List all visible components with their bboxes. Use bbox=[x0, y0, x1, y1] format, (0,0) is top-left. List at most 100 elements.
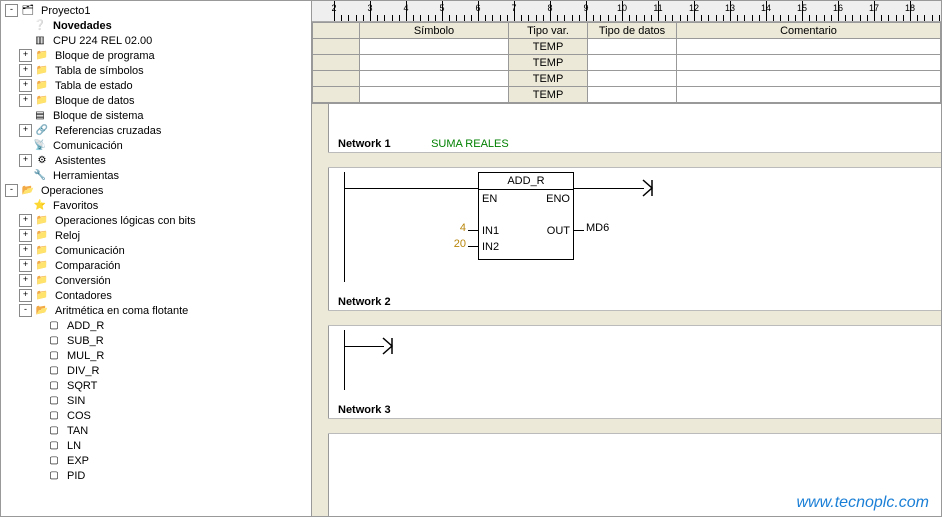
col-tipo-var[interactable]: Tipo var. bbox=[509, 23, 588, 39]
tree-novedades[interactable]: ❔Novedades bbox=[5, 18, 311, 33]
fblock-title: ADD_R bbox=[479, 173, 573, 190]
function-block-add-r[interactable]: ADD_R EN ENO IN1 OUT IN2 bbox=[478, 172, 574, 260]
block-icon: ▢ bbox=[46, 469, 62, 483]
network-2-header[interactable]: Network 2 bbox=[328, 292, 941, 310]
wire bbox=[468, 230, 478, 231]
expand-icon[interactable]: + bbox=[19, 154, 32, 167]
tree-label: Bloque de sistema bbox=[51, 110, 146, 122]
col-simbolo[interactable]: Símbolo bbox=[360, 23, 509, 39]
tree-bloque-datos[interactable]: +📁Bloque de datos bbox=[5, 93, 311, 108]
table-row[interactable]: TEMP bbox=[313, 71, 941, 87]
tree-conversion[interactable]: +📁Conversión bbox=[5, 273, 311, 288]
folder-icon: 📁 bbox=[34, 259, 50, 273]
tree-exp[interactable]: ▢EXP bbox=[5, 453, 311, 468]
tree-comparacion[interactable]: +📁Comparación bbox=[5, 258, 311, 273]
table-row[interactable]: TEMP bbox=[313, 87, 941, 103]
tree-sqrt[interactable]: ▢SQRT bbox=[5, 378, 311, 393]
tree-pid[interactable]: ▢PID bbox=[5, 468, 311, 483]
folder-icon: 📁 bbox=[34, 49, 50, 63]
out-variable[interactable]: MD6 bbox=[586, 222, 609, 234]
tree-tabla-estado[interactable]: +📁Tabla de estado bbox=[5, 78, 311, 93]
expand-icon[interactable]: + bbox=[19, 94, 32, 107]
tree-sin[interactable]: ▢SIN bbox=[5, 393, 311, 408]
tree-cpu[interactable]: ▥CPU 224 REL 02.00 bbox=[5, 33, 311, 48]
network-title[interactable]: SUMA REALES bbox=[431, 138, 509, 150]
in2-value[interactable]: 20 bbox=[438, 238, 466, 250]
expand-icon[interactable]: + bbox=[19, 64, 32, 77]
project-tree[interactable]: -🗂Proyecto1 ❔Novedades ▥CPU 224 REL 02.0… bbox=[1, 1, 311, 483]
tree-asistentes[interactable]: +⚙Asistentes bbox=[5, 153, 311, 168]
tree-label: ADD_R bbox=[65, 320, 106, 332]
tree-favoritos[interactable]: ⭐Favoritos bbox=[5, 198, 311, 213]
block-icon: ▢ bbox=[46, 454, 62, 468]
expand-icon[interactable]: + bbox=[19, 229, 32, 242]
network-1-header[interactable]: Network 1 SUMA REALES bbox=[328, 134, 941, 152]
tree-contadores[interactable]: +📁Contadores bbox=[5, 288, 311, 303]
expand-icon[interactable]: - bbox=[5, 4, 18, 17]
tree-ln[interactable]: ▢LN bbox=[5, 438, 311, 453]
cell-tipo-var[interactable]: TEMP bbox=[509, 39, 588, 55]
tree-mul-r[interactable]: ▢MUL_R bbox=[5, 348, 311, 363]
watermark: www.tecnoplc.com bbox=[797, 494, 930, 512]
tree-proyecto[interactable]: -🗂Proyecto1 bbox=[5, 3, 311, 18]
tree-arit-coma[interactable]: -📂Aritmética en coma flotante bbox=[5, 303, 311, 318]
tree-op-logicas[interactable]: +📁Operaciones lógicas con bits bbox=[5, 213, 311, 228]
expand-icon[interactable]: + bbox=[19, 79, 32, 92]
tree-herramientas[interactable]: 🔧Herramientas bbox=[5, 168, 311, 183]
col-tipo-datos[interactable]: Tipo de datos bbox=[588, 23, 677, 39]
tree-label: Comparación bbox=[53, 260, 122, 272]
port-in1: IN1 bbox=[482, 225, 499, 237]
tree-sub-r[interactable]: ▢SUB_R bbox=[5, 333, 311, 348]
expand-icon[interactable]: + bbox=[19, 49, 32, 62]
block-icon: ▢ bbox=[46, 319, 62, 333]
cell-tipo-var[interactable]: TEMP bbox=[509, 55, 588, 71]
tree-reloj[interactable]: +📁Reloj bbox=[5, 228, 311, 243]
expand-icon[interactable]: - bbox=[5, 184, 18, 197]
table-row[interactable]: TEMP bbox=[313, 39, 941, 55]
table-row[interactable]: TEMP bbox=[313, 55, 941, 71]
cell-tipo-var[interactable]: TEMP bbox=[509, 71, 588, 87]
tree-label: CPU 224 REL 02.00 bbox=[51, 35, 154, 47]
tree-label: Aritmética en coma flotante bbox=[53, 305, 190, 317]
expand-icon[interactable]: + bbox=[19, 244, 32, 257]
in1-value[interactable]: 4 bbox=[438, 222, 466, 234]
tree-tabla-simbolos[interactable]: +📁Tabla de símbolos bbox=[5, 63, 311, 78]
tree-operaciones[interactable]: -📂Operaciones bbox=[5, 183, 311, 198]
port-out: OUT bbox=[547, 225, 570, 237]
tree-label: Reloj bbox=[53, 230, 82, 242]
tree-comunicacion2[interactable]: +📁Comunicación bbox=[5, 243, 311, 258]
wire bbox=[468, 246, 478, 247]
col-comentario[interactable]: Comentario bbox=[677, 23, 941, 39]
tree-bloque-sistema[interactable]: ▤Bloque de sistema bbox=[5, 108, 311, 123]
tree-div-r[interactable]: ▢DIV_R bbox=[5, 363, 311, 378]
expand-icon[interactable]: + bbox=[19, 259, 32, 272]
expand-icon[interactable]: + bbox=[19, 124, 32, 137]
tree-comunicacion[interactable]: 📡Comunicación bbox=[5, 138, 311, 153]
tree-add-r[interactable]: ▢ADD_R bbox=[5, 318, 311, 333]
expand-icon[interactable]: + bbox=[19, 289, 32, 302]
expand-icon[interactable]: - bbox=[19, 304, 32, 317]
tree-label: Bloque de programa bbox=[53, 50, 157, 62]
expand-icon[interactable]: + bbox=[19, 214, 32, 227]
ladder-editor[interactable]: Network 1 SUMA REALES ADD_R EN ENO IN1 bbox=[312, 104, 941, 516]
editor-gutter bbox=[312, 104, 329, 516]
variable-table[interactable]: Símbolo Tipo var. Tipo de datos Comentar… bbox=[312, 22, 941, 104]
tree-label: Bloque de datos bbox=[53, 95, 137, 107]
block-icon: ▢ bbox=[46, 409, 62, 423]
tree-ref-cruzadas[interactable]: +🔗Referencias cruzadas bbox=[5, 123, 311, 138]
tree-label: SIN bbox=[65, 395, 87, 407]
network-1-diagram[interactable]: ADD_R EN ENO IN1 OUT IN2 4 20 bbox=[328, 172, 941, 292]
port-en: EN bbox=[482, 193, 497, 205]
tree-label: Herramientas bbox=[51, 170, 121, 182]
table-corner bbox=[313, 23, 360, 39]
tree-label: Comunicación bbox=[51, 140, 125, 152]
tree-label: COS bbox=[65, 410, 93, 422]
project-tree-panel: -🗂Proyecto1 ❔Novedades ▥CPU 224 REL 02.0… bbox=[1, 1, 312, 516]
cell-tipo-var[interactable]: TEMP bbox=[509, 87, 588, 103]
network-3-header[interactable]: Network 3 bbox=[328, 400, 941, 418]
tree-tan[interactable]: ▢TAN bbox=[5, 423, 311, 438]
tree-cos[interactable]: ▢COS bbox=[5, 408, 311, 423]
expand-icon[interactable]: + bbox=[19, 274, 32, 287]
tree-bloque-programa[interactable]: +📁Bloque de programa bbox=[5, 48, 311, 63]
network-2-diagram[interactable] bbox=[328, 330, 941, 400]
